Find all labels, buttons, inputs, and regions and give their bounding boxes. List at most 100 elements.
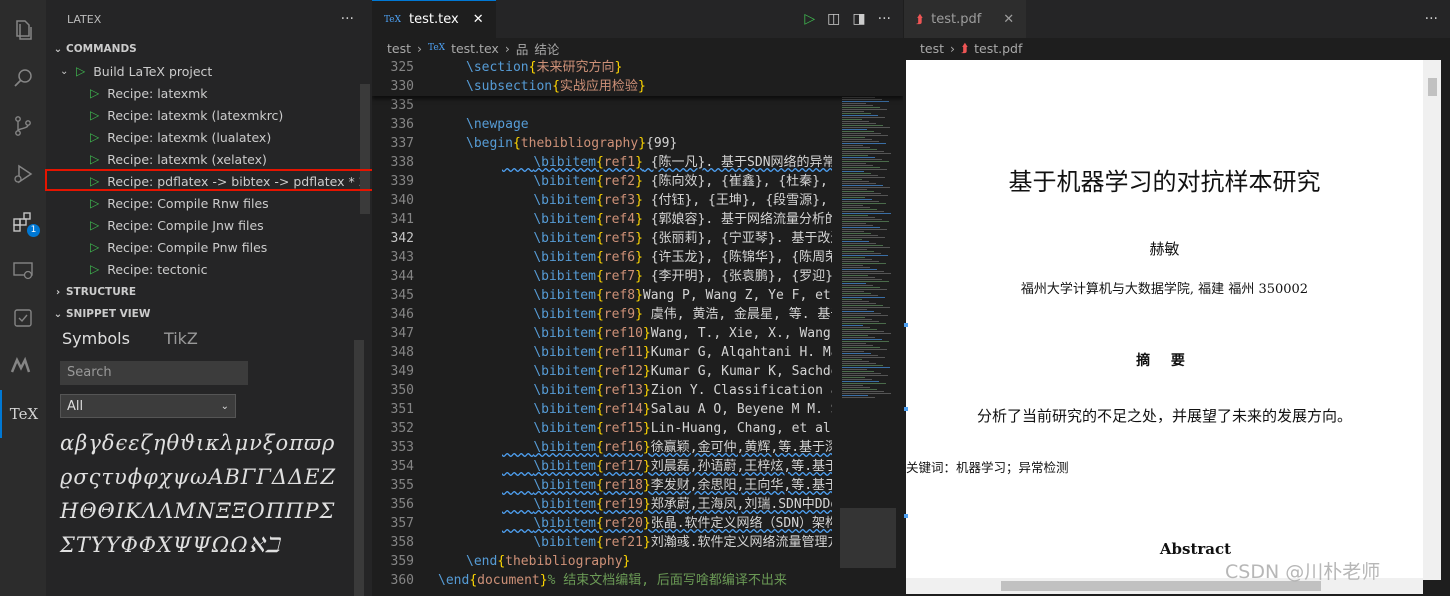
commands-section-header[interactable]: ⌄ COMMANDS — [46, 38, 372, 60]
markdown-icon[interactable] — [0, 342, 46, 390]
latex-sidebar: LATEX ··· ⌄ COMMANDS ⌄ ▷ Build LaTeX pro… — [46, 0, 372, 596]
code-line[interactable]: 345 \bibitem{ref8}Wang P, Wang Z, Ye F, … — [372, 286, 903, 305]
remote-explorer-icon[interactable] — [0, 246, 46, 294]
code-line[interactable]: 360 \end{document}% 结束文档编辑, 后面写啥都编译不出来 — [372, 571, 903, 590]
minimap-line — [842, 215, 868, 216]
code-line[interactable]: 355 \bibitem{ref18}李发财,余思阳,王向华,等.基于AI — [372, 476, 903, 495]
recipe-item[interactable]: ▷ Recipe: latexmk (lualatex) — [46, 126, 372, 148]
recipe-item[interactable]: ▷ Recipe: latexmk — [46, 82, 372, 104]
build-latex-project[interactable]: ⌄ ▷ Build LaTeX project — [46, 60, 372, 82]
code-line[interactable]: 356 \bibitem{ref19}郑承蔚,王海凤,刘瑞.SDN中DDoS攻 — [372, 495, 903, 514]
code-line[interactable]: 347 \bibitem{ref10}Wang, T., Xie, X., Wa… — [372, 324, 903, 343]
snippet-scrollbar[interactable] — [354, 340, 364, 596]
run-icon[interactable]: ▷ — [804, 11, 815, 27]
tex-icon[interactable]: TeX — [0, 390, 46, 438]
pdf-vertical-scrollbar[interactable] — [1423, 60, 1441, 580]
minimap-line — [842, 203, 886, 204]
close-icon[interactable]: ✕ — [1003, 12, 1014, 27]
code-line[interactable]: 351 \bibitem{ref14}Salau A O, Beyene M M… — [372, 400, 903, 419]
search-icon[interactable] — [0, 54, 46, 102]
code-line[interactable]: 358 \bibitem{ref21}刘瀚彧.软件定义网络流量管理方法 — [372, 533, 903, 552]
recipe-item[interactable]: ▷ Recipe: Compile Pnw files — [46, 236, 372, 258]
symbol-search-input[interactable]: Search — [60, 361, 248, 385]
code-line[interactable]: 343 \bibitem{ref6} {许玉龙}, {陈锦华}, {陈周荣}, — [372, 248, 903, 267]
more-actions-icon[interactable]: ··· — [878, 11, 891, 27]
code-line[interactable]: 352 \bibitem{ref15}Lin-Huang, Chang, et … — [372, 419, 903, 438]
recipe-item[interactable]: ▷ Recipe: latexmk (xelatex) — [46, 148, 372, 170]
code-line[interactable]: 335 — [372, 96, 903, 115]
structure-section-header[interactable]: › STRUCTURE — [46, 281, 372, 303]
recipe-item[interactable]: ▷ Recipe: latexmk (latexmkrc) — [46, 104, 372, 126]
code-line[interactable]: 353 \bibitem{ref16}徐赢颖,金可仲,黄辉,等.基于深度 — [372, 438, 903, 457]
code-line[interactable]: 325 \section{未来研究方向} — [372, 58, 903, 77]
pdf-page[interactable]: 基于机器学习的对抗样本研究 赫敏 福州大学计算机与大数据学院, 福建 福州 35… — [906, 60, 1423, 580]
explorer-icon[interactable] — [0, 6, 46, 54]
minimap-line — [842, 281, 889, 282]
recipe-item[interactable]: ▷ Recipe: tectonic — [46, 258, 372, 280]
minimap-line — [842, 385, 863, 386]
close-icon[interactable]: ✕ — [473, 12, 484, 27]
minimap-line — [842, 303, 876, 304]
minimap-line — [842, 243, 876, 244]
testing-icon[interactable] — [0, 294, 46, 342]
run-debug-icon[interactable] — [0, 150, 46, 198]
minimap-line — [842, 269, 877, 270]
minimap-line — [842, 351, 864, 352]
code-line[interactable]: 349 \bibitem{ref12}Kumar G, Kumar K, Sac… — [372, 362, 903, 381]
more-actions-icon[interactable]: ··· — [341, 11, 354, 27]
split-editor-icon[interactable]: ◨ — [852, 11, 865, 27]
minimap-line — [842, 237, 885, 238]
minimap-line — [842, 349, 887, 350]
code-line[interactable]: 344 \bibitem{ref7} {李开明}, {张袁鹏}, {罗迎}, 等 — [372, 267, 903, 286]
source-control-icon[interactable] — [0, 102, 46, 150]
code-line[interactable]: 339 \bibitem{ref2} {陈向效}, {崔鑫}, {杜秦}, 等. — [372, 172, 903, 191]
code-line[interactable]: 330 \subsection{实战应用检验} — [372, 77, 903, 96]
chevron-down-icon: ⌄ — [53, 43, 63, 55]
tab-tikz[interactable]: TikZ — [164, 329, 198, 348]
code-area[interactable]: 325 \section{未来研究方向} 330 \subsection{实战应用检验… — [372, 58, 903, 596]
more-actions-icon[interactable]: ··· — [1425, 11, 1438, 27]
code-line[interactable]: 357 \bibitem{ref20}张晶.软件定义网络（SDN）架构下的 — [372, 514, 903, 533]
line-number: 356 — [390, 497, 414, 512]
code-lines: 335 336 \newpage 337 \begin{thebibliography}… — [372, 96, 903, 590]
code-line[interactable]: 336 \newpage — [372, 115, 903, 134]
recipe-item[interactable]: ▷ Recipe: Compile Jnw files — [46, 214, 372, 236]
code-line[interactable]: 341 \bibitem{ref4} {郭娘容}. 基于网络流量分析的5G — [372, 210, 903, 229]
minimap-line — [842, 343, 866, 344]
minimap-line — [842, 123, 876, 124]
code-line[interactable]: 350 \bibitem{ref13}Zion Y. Classificatio… — [372, 381, 903, 400]
minimap-line — [842, 101, 889, 102]
snippet-section-header[interactable]: ⌄ SNIPPET VIEW — [46, 303, 372, 325]
line-text: \bibitem{ref17}刘晨磊,孙语蔚,王梓炫,等.基于区 — [533, 459, 832, 474]
line-text: \bibitem{ref12}Kumar G, Kumar K, Sachdev… — [533, 364, 832, 379]
minimap-line — [842, 283, 866, 284]
minimap-slider[interactable] — [840, 508, 896, 568]
symbol-grid[interactable]: αβγδϵεζηθϑικλμνξοπϖρϱσςτυϕφχψωABΓΓΔΔΕΖΗΘ… — [60, 426, 340, 562]
extensions-icon[interactable]: 1 — [0, 198, 46, 246]
sticky-scroll[interactable]: 325 \section{未来研究方向} 330 \subsection{实战应用检验… — [372, 58, 903, 96]
pdf-vscroll-thumb[interactable] — [1428, 78, 1437, 96]
code-line[interactable]: 359 \end{thebibliography} — [372, 552, 903, 571]
code-line[interactable]: 338 \bibitem{ref1} {陈一凡}. 基于SDN网络的异常流量 — [372, 153, 903, 172]
tab-test-tex[interactable]: TeX test.tex ✕ — [372, 0, 496, 38]
code-line[interactable]: 337 \begin{thebibliography}{99} — [372, 134, 903, 153]
minimap-line — [842, 173, 871, 174]
recipe-item[interactable]: ▷ Recipe: Compile Rnw files — [46, 192, 372, 214]
line-text: \newpage — [466, 117, 529, 132]
minimap[interactable] — [840, 58, 896, 596]
tab-symbols[interactable]: Symbols — [62, 329, 130, 348]
code-line[interactable]: 348 \bibitem{ref11}Kumar G, Alqahtani H.… — [372, 343, 903, 362]
minimap-line — [842, 161, 889, 162]
code-line[interactable]: 354 \bibitem{ref17}刘晨磊,孙语蔚,王梓炫,等.基于区 — [372, 457, 903, 476]
preview-icon[interactable]: ◫ — [827, 11, 840, 27]
editor-scrollbar[interactable] — [896, 58, 903, 596]
code-line[interactable]: 346 \bibitem{ref9} 虞伟, 黄浩, 金晨星, 等. 基于多 — [372, 305, 903, 324]
code-line[interactable]: 340 \bibitem{ref3} {付钰}, {王坤}, {段雪源}, 等. — [372, 191, 903, 210]
symbol-filter-select[interactable]: All ⌄ — [60, 394, 236, 418]
tab-test-pdf[interactable]: ⮭ test.pdf ✕ — [904, 0, 1027, 38]
pdf-affiliation: 福州大学计算机与大数据学院, 福建 福州 350002 — [1020, 282, 1309, 297]
line-number: 350 — [390, 383, 414, 398]
sidebar-scrollbar[interactable] — [360, 84, 370, 214]
minimap-line — [842, 327, 870, 328]
code-line[interactable]: 342 \bibitem{ref5} {张丽莉}, {宁亚琴}. 基于改进随 — [372, 229, 903, 248]
